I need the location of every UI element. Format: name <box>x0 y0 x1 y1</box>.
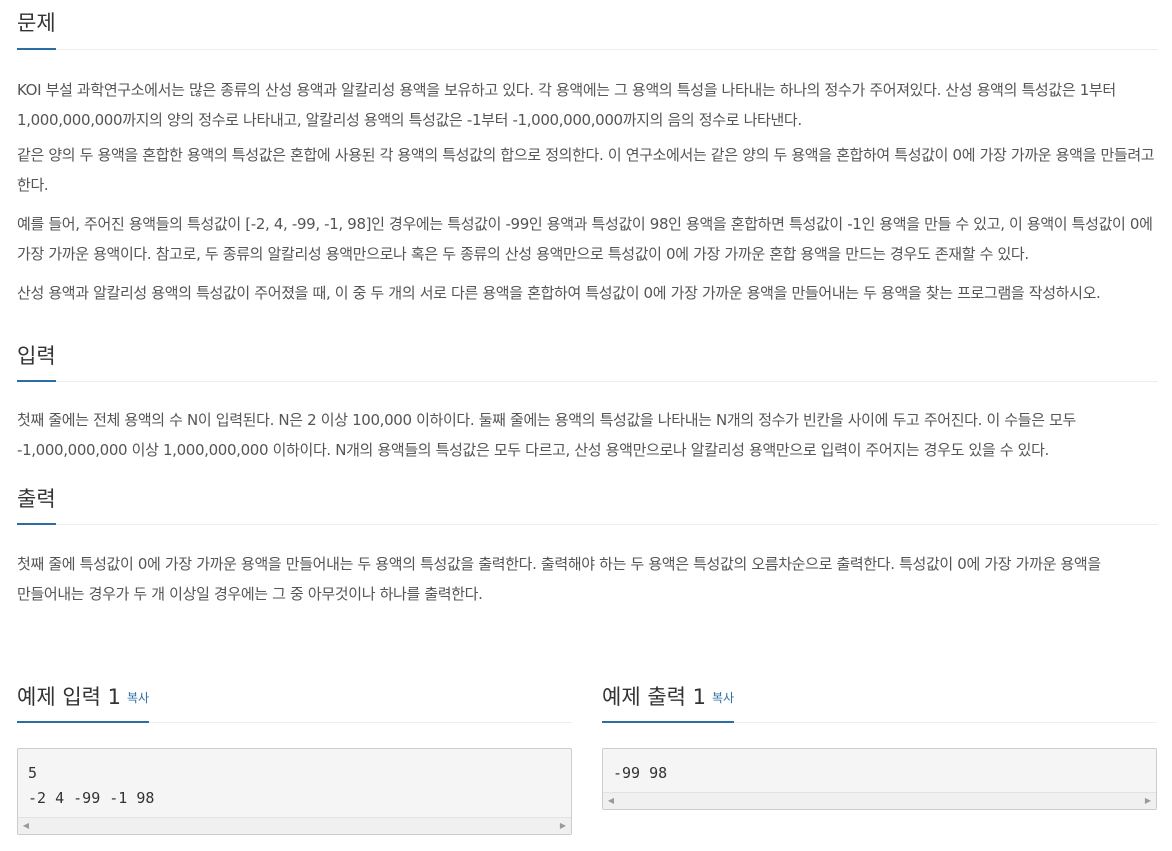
output-paragraph: 첫째 줄에 특성값이 0에 가장 가까운 용액을 만들어내는 두 용액의 특성값… <box>17 555 1101 603</box>
problem-page: 문제 KOI 부설 과학연구소에서는 많은 종류의 산성 용액과 알칼리성 용액… <box>17 0 1158 618</box>
sample-input: 예제 입력 1 복사 5 -2 4 -99 -1 98 ◀ ▶ <box>17 676 572 835</box>
output-heading: 출력 <box>17 474 1158 525</box>
input-title: 입력 <box>17 341 56 382</box>
scroll-left-arrow-icon[interactable]: ◀ <box>20 818 32 834</box>
input-heading: 입력 <box>17 317 1158 382</box>
copy-sample-input-button[interactable]: 복사 <box>127 691 149 705</box>
sample-input-title: 예제 입력 1 복사 <box>17 682 150 723</box>
horizontal-scrollbar[interactable]: ◀ ▶ <box>18 817 571 834</box>
horizontal-scrollbar[interactable]: ◀ ▶ <box>603 792 1156 809</box>
output-title: 출력 <box>17 484 56 525</box>
sample-output-title: 예제 출력 1 복사 <box>602 682 735 723</box>
sample-output-heading: 예제 출력 1 복사 <box>602 676 1157 723</box>
input-section: 입력 첫째 줄에는 전체 용액의 수 N이 입력된다. N은 2 이상 100,… <box>17 317 1158 465</box>
scroll-left-arrow-icon[interactable]: ◀ <box>605 793 617 809</box>
scroll-right-arrow-icon[interactable]: ▶ <box>557 818 569 834</box>
problem-description: KOI 부설 과학연구소에서는 많은 종류의 산성 용액과 알칼리성 용액을 보… <box>17 50 1158 308</box>
output-description: 첫째 줄에 특성값이 0에 가장 가까운 용액을 만들어내는 두 용액의 특성값… <box>17 525 1158 609</box>
problem-heading: 문제 <box>17 0 1158 50</box>
sample-input-heading: 예제 입력 1 복사 <box>17 676 572 723</box>
input-description: 첫째 줄에는 전체 용액의 수 N이 입력된다. N은 2 이상 100,000… <box>17 382 1158 465</box>
sample-output-title-text: 예제 출력 1 <box>602 685 706 709</box>
input-paragraph: 첫째 줄에는 전체 용액의 수 N이 입력된다. N은 2 이상 100,000… <box>17 411 1076 459</box>
sample-input-title-text: 예제 입력 1 <box>17 685 121 709</box>
sample-output-content: -99 98 <box>613 764 668 782</box>
problem-paragraph: 산성 용액과 알칼리성 용액의 특성값이 주어졌을 때, 이 중 두 개의 서로… <box>17 284 1101 302</box>
scroll-right-arrow-icon[interactable]: ▶ <box>1142 793 1154 809</box>
sample-input-box[interactable]: 5 -2 4 -99 -1 98 ◀ ▶ <box>17 748 572 835</box>
copy-sample-output-button[interactable]: 복사 <box>712 691 734 705</box>
problem-section: 문제 KOI 부설 과학연구소에서는 많은 종류의 산성 용액과 알칼리성 용액… <box>17 0 1158 308</box>
sample-output: 예제 출력 1 복사 -99 98 ◀ ▶ <box>602 676 1157 810</box>
problem-paragraph: KOI 부설 과학연구소에서는 많은 종류의 산성 용액과 알칼리성 용액을 보… <box>17 81 1116 129</box>
output-section: 출력 첫째 줄에 특성값이 0에 가장 가까운 용액을 만들어내는 두 용액의 … <box>17 474 1158 609</box>
sample-input-content: 5 -2 4 -99 -1 98 <box>28 764 155 807</box>
problem-title: 문제 <box>17 8 56 50</box>
problem-paragraph: 예를 들어, 주어진 용액들의 특성값이 [-2, 4, -99, -1, 98… <box>17 215 1153 263</box>
samples-area: 예제 입력 1 복사 5 -2 4 -99 -1 98 ◀ ▶ 예제 출력 1 복사… <box>17 676 1158 846</box>
sample-output-box[interactable]: -99 98 ◀ ▶ <box>602 748 1157 810</box>
problem-paragraph: 같은 양의 두 용액을 혼합한 용액의 특성값은 혼합에 사용된 각 용액의 특… <box>17 146 1155 194</box>
